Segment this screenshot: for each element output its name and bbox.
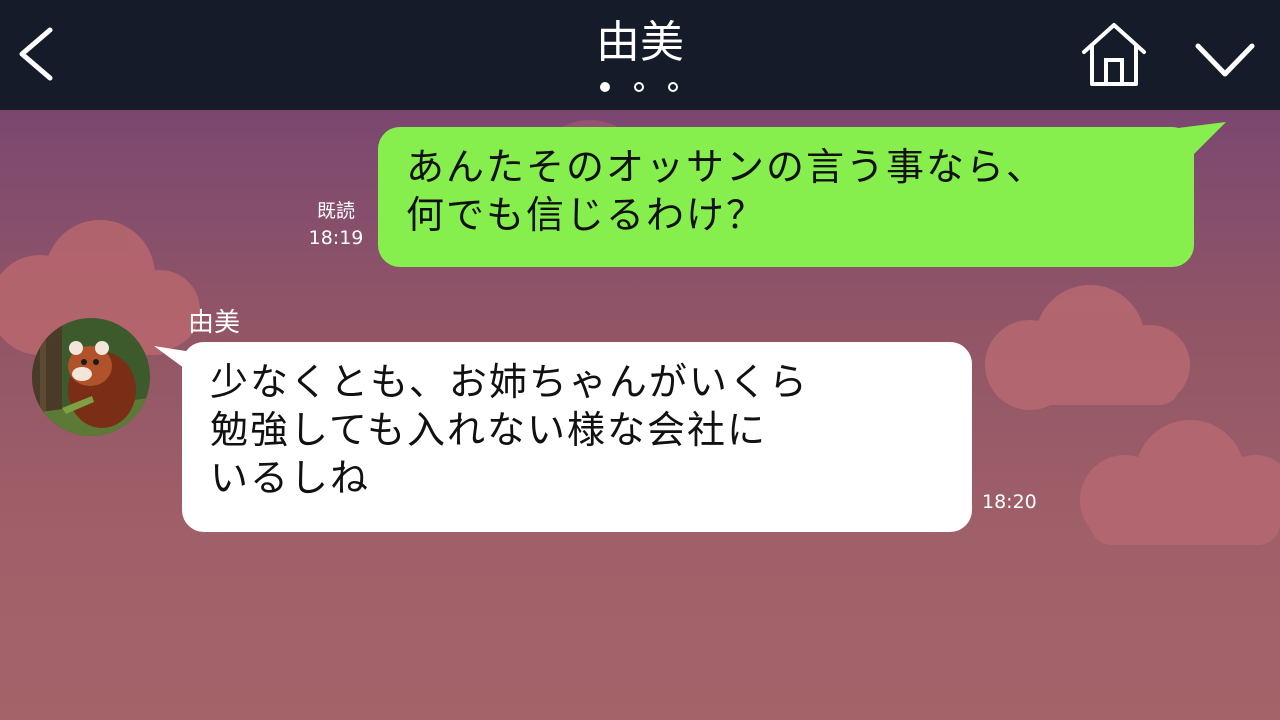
chat-title: 由美: [596, 17, 684, 68]
home-icon[interactable]: [1078, 20, 1150, 90]
message-timestamp: 18:20: [982, 491, 1037, 513]
outgoing-message-bubble[interactable]: あんたそのオッサンの言う事なら、 何でも信じるわけ？: [378, 127, 1194, 267]
incoming-message-bubble[interactable]: 少なくとも、お姉ちゃんがいくら 勉強しても入れない様な会社に いるしね: [182, 342, 972, 532]
cloud-right-decoration: [985, 285, 1190, 410]
page-indicator: [596, 80, 686, 98]
cloud-bottom-right-decoration: [1080, 420, 1280, 545]
chevron-down-icon[interactable]: [1192, 38, 1258, 82]
page-dot: [668, 82, 678, 92]
chevron-left-icon[interactable]: [10, 22, 66, 86]
page-dot-active: [600, 82, 610, 92]
message-text-line: 勉強しても入れない様な会社に: [210, 408, 767, 452]
red-panda-avatar[interactable]: [32, 318, 150, 436]
message-text-line: 少なくとも、お姉ちゃんがいくら: [210, 360, 809, 404]
message-text-line: 何でも信じるわけ？: [406, 193, 767, 237]
read-receipt: 既読: [316, 200, 355, 222]
message-text-line: いるしね: [210, 456, 371, 500]
message-timestamp: 18:19: [308, 227, 364, 249]
chat-header: 由美: [0, 0, 1280, 110]
message-text-line: あんたそのオッサンの言う事なら、: [406, 145, 1047, 189]
sender-name: 由美: [188, 308, 241, 338]
page-dot: [634, 82, 644, 92]
